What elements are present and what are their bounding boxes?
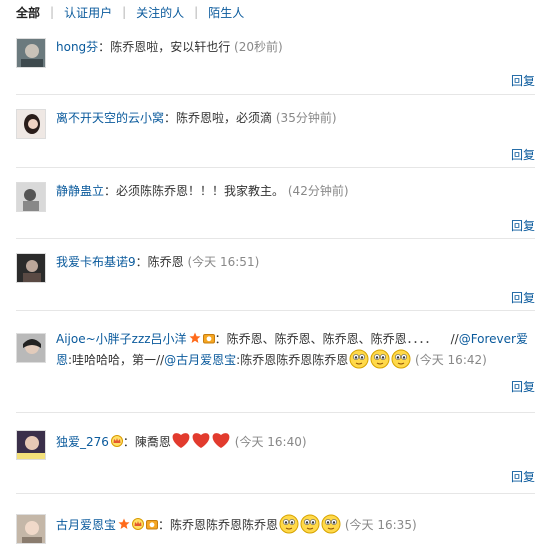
camera-badge-icon: [146, 520, 159, 530]
comment-content: Aijoe~小胖子zzz吕小洋 ：陈乔恩、陈乔恩、陈乔恩、陈乔恩．．．．//@Fo…: [56, 329, 535, 370]
username-link[interactable]: 独爱_276: [56, 435, 109, 449]
star-badge-icon: [189, 332, 201, 343]
comment-text: 陈乔恩啦，必须滴: [176, 111, 273, 125]
colon: ：: [104, 184, 117, 198]
heart-emoticon-icon: [192, 433, 210, 448]
username-link[interactable]: Aijoe~小胖子zzz吕小洋: [56, 332, 187, 346]
mention-link-continued[interactable]: 恩: [56, 353, 68, 367]
comment-text: :陈乔恩陈乔恩陈乔恩: [236, 353, 349, 367]
smiley-emoticon-icon: [321, 514, 341, 534]
tab-verified-users[interactable]: 认证用户: [64, 4, 112, 21]
comment-content: 离不开天空的云小窝：陈乔恩啦，必须滴 (35分钟前): [56, 108, 535, 128]
comment-text: :哇哈哈哈，第一: [68, 353, 157, 367]
comment-item: hong芬：陈乔恩啦，安以轩也行 (20秒前) 回复: [16, 24, 535, 95]
username-link[interactable]: 静静蛊立: [56, 184, 104, 198]
reply-link[interactable]: 回复: [511, 289, 535, 306]
smiley-emoticon-icon: [279, 514, 299, 534]
username-link[interactable]: 我爱卡布基诺9: [56, 255, 136, 269]
star-badge-icon: [118, 518, 130, 529]
avatar[interactable]: [16, 38, 46, 68]
username-link[interactable]: hong芬: [56, 40, 98, 54]
timestamp: (今天 16:35): [344, 518, 417, 532]
filter-tabs: 全部 | 认证用户 | 关注的人 | 陌生人: [0, 0, 555, 24]
timestamp: (今天 16:42): [415, 353, 487, 367]
timestamp: (35分钟前): [275, 111, 337, 125]
tab-separator: |: [122, 5, 127, 19]
colon: ：: [214, 332, 227, 346]
comment-content: hong芬：陈乔恩啦，安以轩也行 (20秒前): [56, 37, 535, 57]
colon: ：: [158, 518, 171, 532]
avatar[interactable]: [16, 182, 46, 212]
smiley-emoticon-icon: [349, 349, 369, 369]
avatar[interactable]: [16, 253, 46, 283]
comment-text: 必须陈陈乔恩！！！我家教主。: [116, 184, 285, 198]
avatar[interactable]: [16, 333, 46, 363]
crown-badge-icon: [132, 518, 145, 530]
tab-separator: |: [194, 5, 199, 19]
comment-item: 离不开天空的云小窝：陈乔恩啦，必须滴 (35分钟前) 回复: [16, 95, 535, 168]
timestamp: (今天 16:40): [234, 435, 307, 449]
camera-badge-icon: [202, 334, 215, 344]
timestamp: (42分钟前): [287, 184, 349, 198]
timestamp: (今天 16:51): [187, 255, 260, 269]
comment-content: 独爱_276 ：陳喬恩 (今天 16:40): [56, 431, 535, 452]
tab-strangers[interactable]: 陌生人: [208, 4, 244, 21]
smiley-emoticon-icon: [370, 349, 390, 369]
tab-separator: |: [50, 5, 55, 19]
comment-text: 陈乔恩啦，安以轩也行: [110, 40, 231, 54]
mention-link[interactable]: @古月爱恩宝: [164, 353, 236, 367]
comment-content: 古月爱恩宝 ：陈乔恩陈乔恩陈乔恩 (今天 16:35): [56, 514, 535, 535]
reply-link[interactable]: 回复: [511, 72, 535, 89]
avatar[interactable]: [16, 514, 46, 544]
colon: ：: [98, 40, 111, 54]
reply-link[interactable]: 回复: [511, 378, 535, 395]
reply-link[interactable]: 回复: [511, 146, 535, 163]
tab-all[interactable]: 全部: [16, 4, 40, 21]
comment-text: 陈乔恩、陈乔恩、陈乔恩、陈乔恩．．．．: [226, 332, 437, 346]
comment-text: 陈乔恩: [147, 255, 184, 269]
colon: ：: [164, 111, 177, 125]
comment-list: hong芬：陈乔恩啦，安以轩也行 (20秒前) 回复 离不开天空的云小窝：陈乔恩…: [0, 24, 555, 554]
smiley-emoticon-icon: [391, 349, 411, 369]
comment-item: 静静蛊立：必须陈陈乔恩！！！我家教主。 (42分钟前) 回复: [16, 168, 535, 239]
comment-item: 古月爱恩宝 ：陈乔恩陈乔恩陈乔恩 (今天 16:35): [16, 494, 535, 554]
mention-link[interactable]: @Forever爱: [459, 332, 528, 346]
forward-slashes: //: [156, 353, 165, 367]
colon: ：: [135, 255, 148, 269]
colon: ：: [122, 435, 135, 449]
timestamp: (20秒前): [234, 40, 283, 54]
comment-item: Aijoe~小胖子zzz吕小洋 ：陈乔恩、陈乔恩、陈乔恩、陈乔恩．．．．//@Fo…: [16, 311, 535, 413]
comment-content: 我爱卡布基诺9：陈乔恩 (今天 16:51): [56, 252, 535, 272]
comment-text: 陳喬恩: [134, 435, 171, 449]
reply-link[interactable]: 回复: [511, 468, 535, 485]
comment-content: 静静蛊立：必须陈陈乔恩！！！我家教主。 (42分钟前): [56, 181, 535, 201]
crown-badge-icon: [110, 435, 123, 447]
comment-item: 我爱卡布基诺9：陈乔恩 (今天 16:51) 回复: [16, 239, 535, 311]
username-link[interactable]: 古月爱恩宝: [56, 518, 116, 532]
avatar[interactable]: [16, 109, 46, 139]
tab-following[interactable]: 关注的人: [136, 4, 184, 21]
heart-emoticon-icon: [172, 433, 190, 448]
comment-text: 陈乔恩陈乔恩陈乔恩: [170, 518, 279, 532]
avatar[interactable]: [16, 430, 46, 460]
forward-slashes: //: [450, 332, 459, 346]
reply-link[interactable]: 回复: [511, 217, 535, 234]
heart-emoticon-icon: [212, 433, 230, 448]
smiley-emoticon-icon: [300, 514, 320, 534]
comment-item: 独爱_276 ：陳喬恩 (今天 16:40) 回复: [16, 413, 535, 494]
username-link[interactable]: 离不开天空的云小窝: [56, 111, 164, 125]
